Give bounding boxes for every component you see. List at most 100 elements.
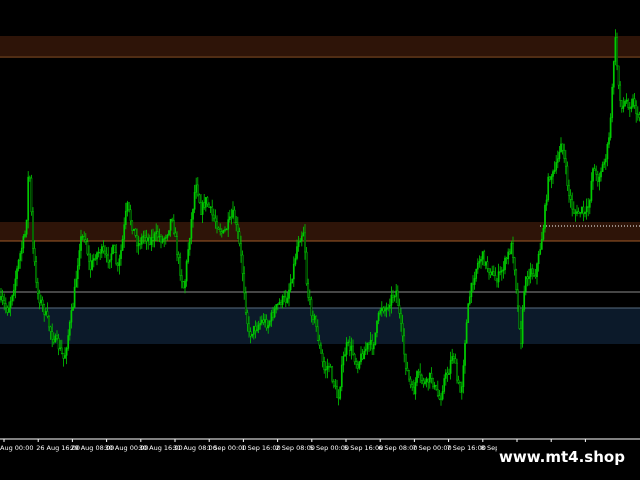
candle-body xyxy=(528,276,530,280)
candle-body xyxy=(424,381,426,384)
candle-body xyxy=(177,254,180,258)
candle-body xyxy=(124,210,127,225)
candle-body xyxy=(556,158,559,163)
candle-body xyxy=(625,99,628,102)
candle-body xyxy=(196,184,199,196)
candle-body xyxy=(291,278,294,284)
candle-body xyxy=(361,353,364,360)
candle-body xyxy=(534,275,537,278)
candle-body xyxy=(265,319,268,329)
candle-body xyxy=(73,286,76,308)
candle-body xyxy=(121,238,124,251)
candle-body xyxy=(48,316,50,328)
candle-body xyxy=(14,278,17,291)
candle-body xyxy=(161,238,164,243)
candle-body xyxy=(587,206,590,208)
candle-body xyxy=(235,222,238,225)
candle-body xyxy=(508,251,511,255)
candle-body xyxy=(276,303,279,306)
candle-body xyxy=(356,364,359,369)
candle-body xyxy=(81,236,84,238)
candle-body xyxy=(624,101,626,107)
candle-body xyxy=(360,353,362,363)
candle-body xyxy=(406,367,409,371)
chart-area[interactable]: Aug 00:00 26 Aug 16:00 29 Aug 08:00 30 Aug … xyxy=(0,0,640,480)
candle-body xyxy=(220,231,223,234)
candle-body xyxy=(491,271,494,276)
candle-body xyxy=(120,250,122,259)
candle-body xyxy=(574,212,577,215)
candle-body xyxy=(313,315,316,320)
candle-body xyxy=(321,352,324,362)
candle-body xyxy=(478,260,481,264)
candle-body xyxy=(115,252,118,265)
candle-body xyxy=(392,294,394,298)
resistance-zone-top xyxy=(0,36,640,56)
candle-body xyxy=(46,311,49,317)
candle-body xyxy=(51,331,54,340)
candle-body xyxy=(484,261,487,266)
candle-body xyxy=(571,198,574,210)
candle-body xyxy=(568,185,570,196)
candle-body xyxy=(187,249,190,262)
candle-body xyxy=(283,295,286,298)
candle-body xyxy=(334,385,337,387)
candle-body xyxy=(24,234,26,237)
candle-body xyxy=(515,269,518,290)
candle-body xyxy=(195,184,198,193)
candle-body xyxy=(281,295,284,305)
candle-body xyxy=(96,252,98,260)
candle-body xyxy=(78,250,81,267)
candle-body xyxy=(267,325,270,329)
candle-body xyxy=(380,307,383,311)
candle-body xyxy=(105,253,108,256)
candle-body xyxy=(544,204,546,229)
candle-body xyxy=(203,202,206,208)
candle-body xyxy=(211,206,214,216)
candle-body xyxy=(19,253,22,261)
candle-body xyxy=(497,271,500,283)
candle-body xyxy=(190,219,193,239)
candle-body xyxy=(123,224,126,240)
candle-body xyxy=(30,177,33,213)
candle-body xyxy=(504,257,506,270)
candle-body xyxy=(153,233,156,241)
candle-body xyxy=(88,253,90,262)
price-chart[interactable]: Aug 00:00 26 Aug 16:0029 Aug 08:0030 Aug … xyxy=(0,0,640,480)
candle-body xyxy=(246,312,249,325)
candle-body xyxy=(337,397,340,399)
candle-body xyxy=(172,220,175,234)
candle-body xyxy=(315,315,318,328)
candle-body xyxy=(307,283,310,298)
candle-body xyxy=(462,365,465,387)
candle-body xyxy=(57,338,60,350)
candle-body xyxy=(270,312,273,322)
candle-body xyxy=(569,195,572,200)
candle-body xyxy=(414,382,417,395)
candle-body xyxy=(332,380,335,387)
candle-body xyxy=(393,296,396,298)
candle-body xyxy=(126,202,129,212)
candle-body xyxy=(553,169,556,172)
candle-body xyxy=(579,212,582,214)
candle-body xyxy=(284,296,287,303)
candle-body xyxy=(552,171,554,177)
candle-body xyxy=(473,278,476,285)
candle-body xyxy=(420,374,423,381)
candle-body xyxy=(256,329,258,332)
candle-body xyxy=(459,382,462,393)
candle-body xyxy=(561,143,564,151)
candle-body xyxy=(272,312,274,318)
candle-body xyxy=(425,378,428,383)
candle-body xyxy=(36,282,39,294)
candle-body xyxy=(147,237,150,242)
candle-body xyxy=(108,259,111,263)
candle-body xyxy=(536,263,538,278)
candle-body xyxy=(64,355,66,359)
candle-body xyxy=(440,398,442,401)
candle-body xyxy=(198,194,201,203)
candle-body xyxy=(139,243,142,245)
candle-body xyxy=(248,323,250,332)
candle-body xyxy=(388,304,391,309)
candle-body xyxy=(80,236,82,251)
